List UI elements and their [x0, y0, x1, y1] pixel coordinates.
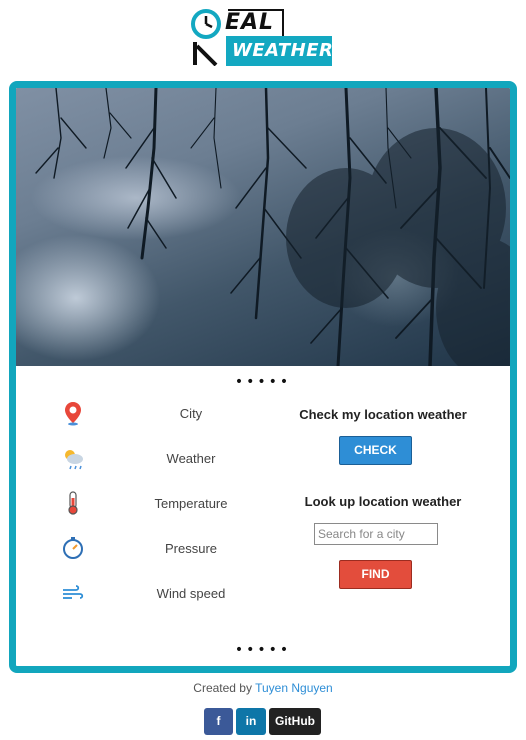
list-label: Pressure [164, 541, 218, 556]
sun-cloud-rain-icon [65, 450, 83, 470]
lookup-location-title: Look up location weather [304, 494, 462, 509]
logo-k-mark [193, 42, 218, 66]
linkedin-button[interactable]: in [236, 708, 266, 735]
list-item-temperature: Temperature [56, 490, 276, 520]
clock-icon [191, 9, 221, 39]
list-label: City [179, 406, 203, 421]
hero-image [16, 88, 510, 366]
app-logo: EAL WEATHER [190, 6, 334, 68]
facebook-button[interactable]: f [204, 708, 233, 735]
logo-top-text: EAL [225, 10, 275, 35]
list-item-pressure: Pressure [56, 535, 276, 565]
github-button[interactable]: GitHub [269, 708, 321, 735]
city-search-input[interactable] [314, 523, 438, 545]
credit-prefix: Created by [193, 681, 252, 695]
thermometer-icon [68, 491, 78, 515]
list-item-wind-speed: Wind speed [56, 580, 276, 610]
carousel-indicator-top[interactable]: ••••• [16, 374, 510, 390]
list-label: Weather [166, 451, 216, 466]
list-item-city: City [56, 400, 276, 430]
pressure-gauge-icon [63, 537, 83, 559]
logo-box-text: WEATHER [232, 40, 334, 61]
location-pin-icon [65, 402, 81, 426]
wind-icon [63, 585, 84, 599]
list-label: Wind speed [156, 586, 226, 601]
list-item-weather: Weather [56, 445, 276, 475]
tree-reflection-graphic [35, 88, 510, 366]
carousel-indicator-bottom[interactable]: ••••• [16, 642, 510, 658]
find-button[interactable]: FIND [339, 560, 412, 589]
author-link[interactable]: Tuyen Nguyen [255, 681, 333, 695]
footer-credit: Created by Tuyen Nguyen [0, 681, 526, 695]
check-location-title: Check my location weather [299, 407, 467, 422]
weather-card: ••••• City Weather Temperature Pressure … [9, 81, 517, 673]
list-label: Temperature [154, 496, 228, 511]
check-button[interactable]: CHECK [339, 436, 412, 465]
